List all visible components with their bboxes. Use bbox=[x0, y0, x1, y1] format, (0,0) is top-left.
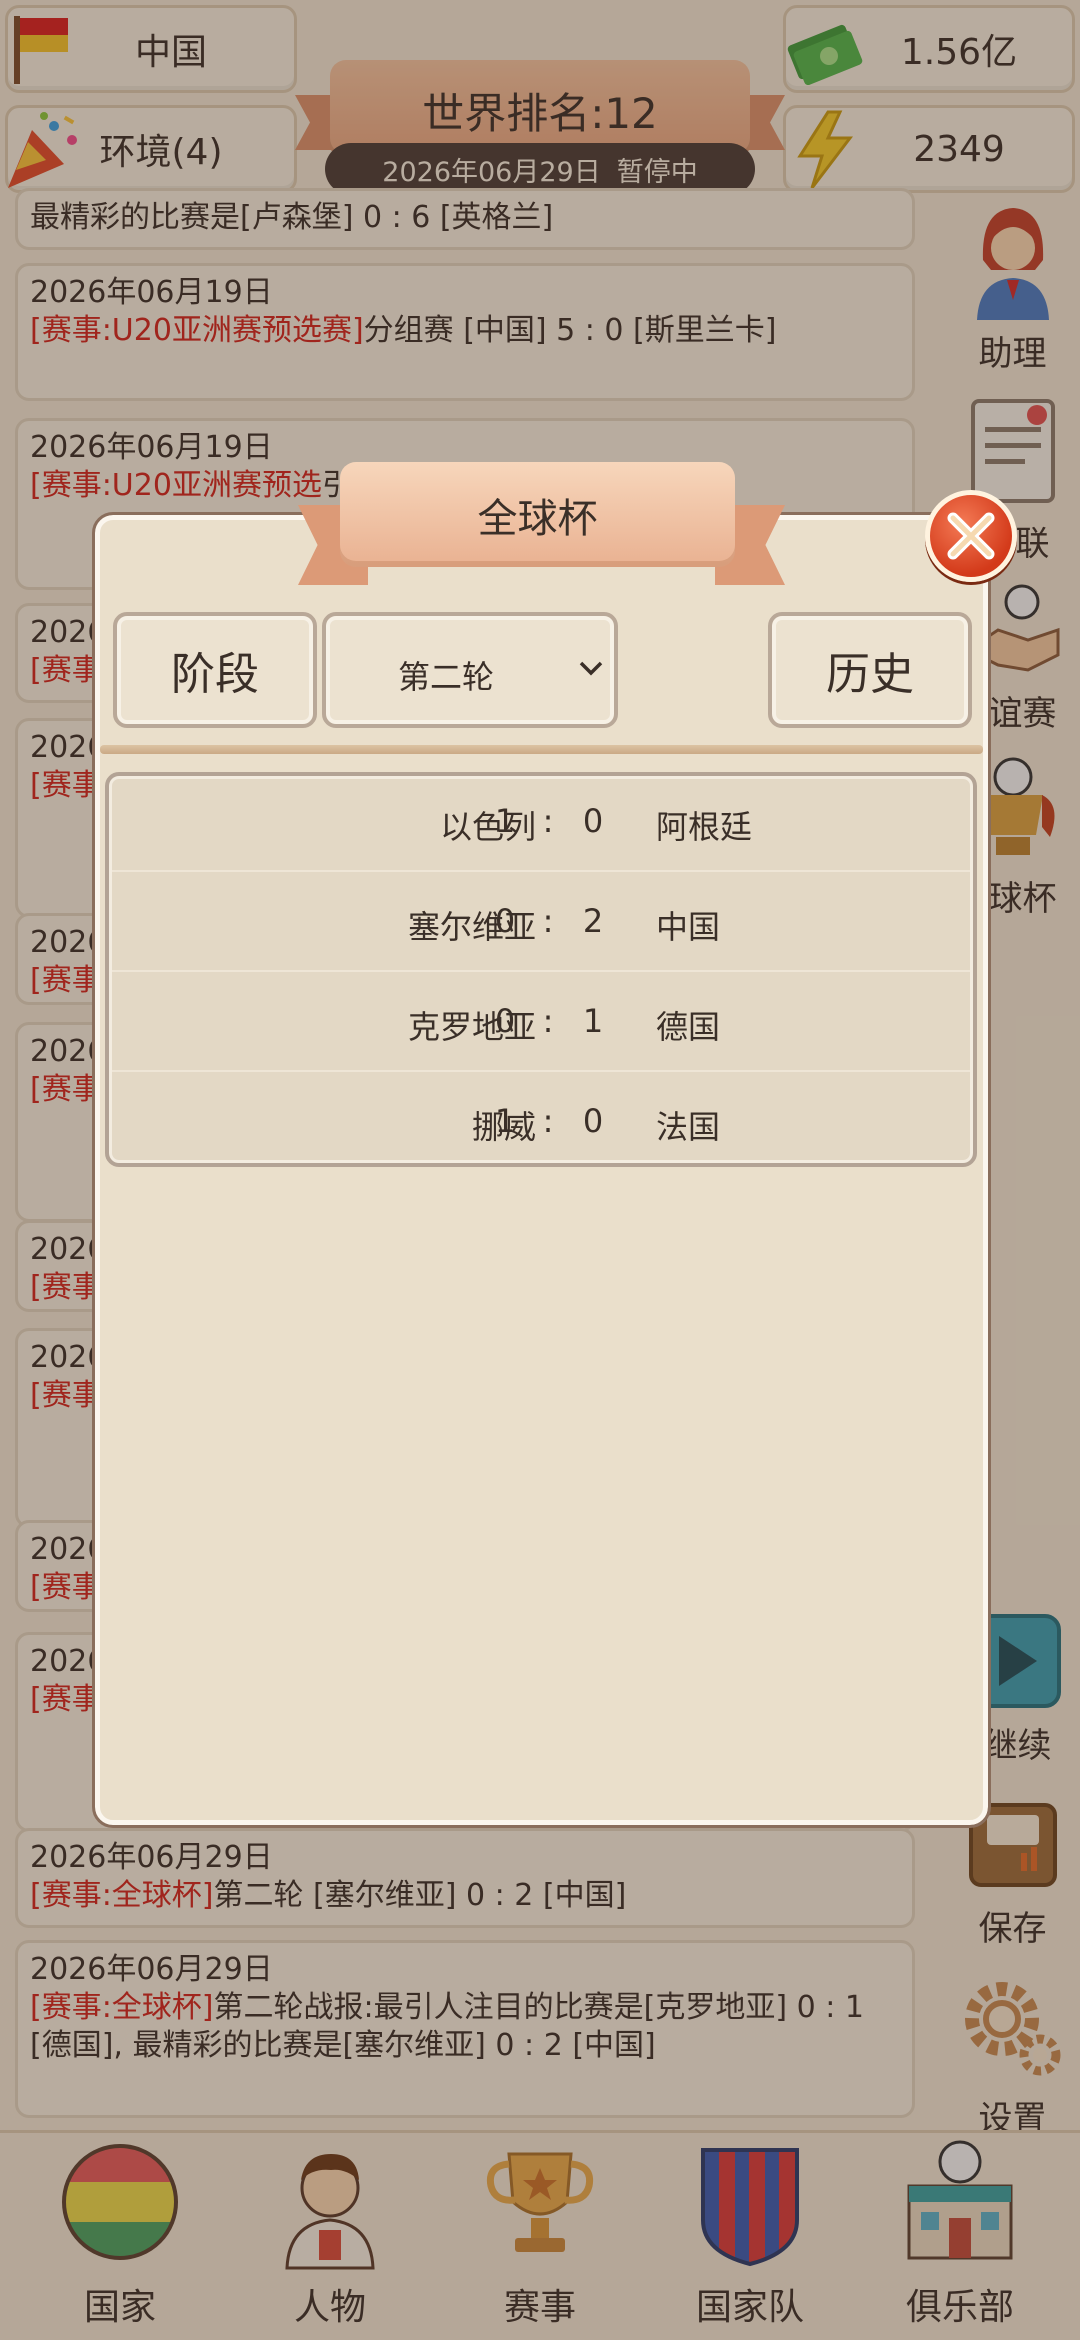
home-score: 1 bbox=[494, 802, 516, 840]
match-row[interactable]: 克罗地亚 0 : 1 德国 bbox=[110, 972, 972, 1072]
dialog-title: 全球杯 bbox=[477, 495, 598, 542]
home-score: 0 bbox=[494, 1002, 516, 1040]
round-select[interactable]: 第二轮 bbox=[322, 612, 618, 728]
stage-button[interactable]: 阶段 bbox=[113, 612, 317, 728]
away-score: 0 bbox=[582, 1102, 604, 1140]
close-button[interactable] bbox=[925, 490, 1017, 582]
away-team: 中国 bbox=[656, 908, 721, 946]
history-button[interactable]: 历史 bbox=[768, 612, 972, 728]
stage-button-label: 阶段 bbox=[171, 649, 259, 700]
away-score: 0 bbox=[582, 802, 604, 840]
score-colon: : bbox=[542, 902, 554, 940]
score-colon: : bbox=[542, 1002, 554, 1040]
away-team: 德国 bbox=[656, 1008, 721, 1046]
chevron-down-icon bbox=[579, 661, 603, 676]
away-team: 法国 bbox=[656, 1108, 721, 1146]
close-icon bbox=[947, 512, 995, 560]
match-row[interactable]: 塞尔维亚 0 : 2 中国 bbox=[110, 872, 972, 972]
match-row[interactable]: 挪威 1 : 0 法国 bbox=[110, 1072, 972, 1172]
score-colon: : bbox=[542, 802, 554, 840]
score-colon: : bbox=[542, 1102, 554, 1140]
match-row[interactable]: 以色列 1 : 0 阿根廷 bbox=[110, 772, 972, 872]
home-team: 以色列 bbox=[439, 808, 536, 846]
round-select-value: 第二轮 bbox=[398, 658, 495, 696]
away-score: 2 bbox=[582, 902, 604, 940]
home-score: 0 bbox=[494, 902, 516, 940]
away-score: 1 bbox=[582, 1002, 604, 1040]
history-button-label: 历史 bbox=[826, 649, 914, 700]
home-score: 1 bbox=[494, 1102, 516, 1140]
dialog-title-banner: 全球杯 bbox=[340, 462, 735, 567]
dialog-divider bbox=[100, 745, 983, 754]
away-team: 阿根廷 bbox=[656, 808, 753, 846]
